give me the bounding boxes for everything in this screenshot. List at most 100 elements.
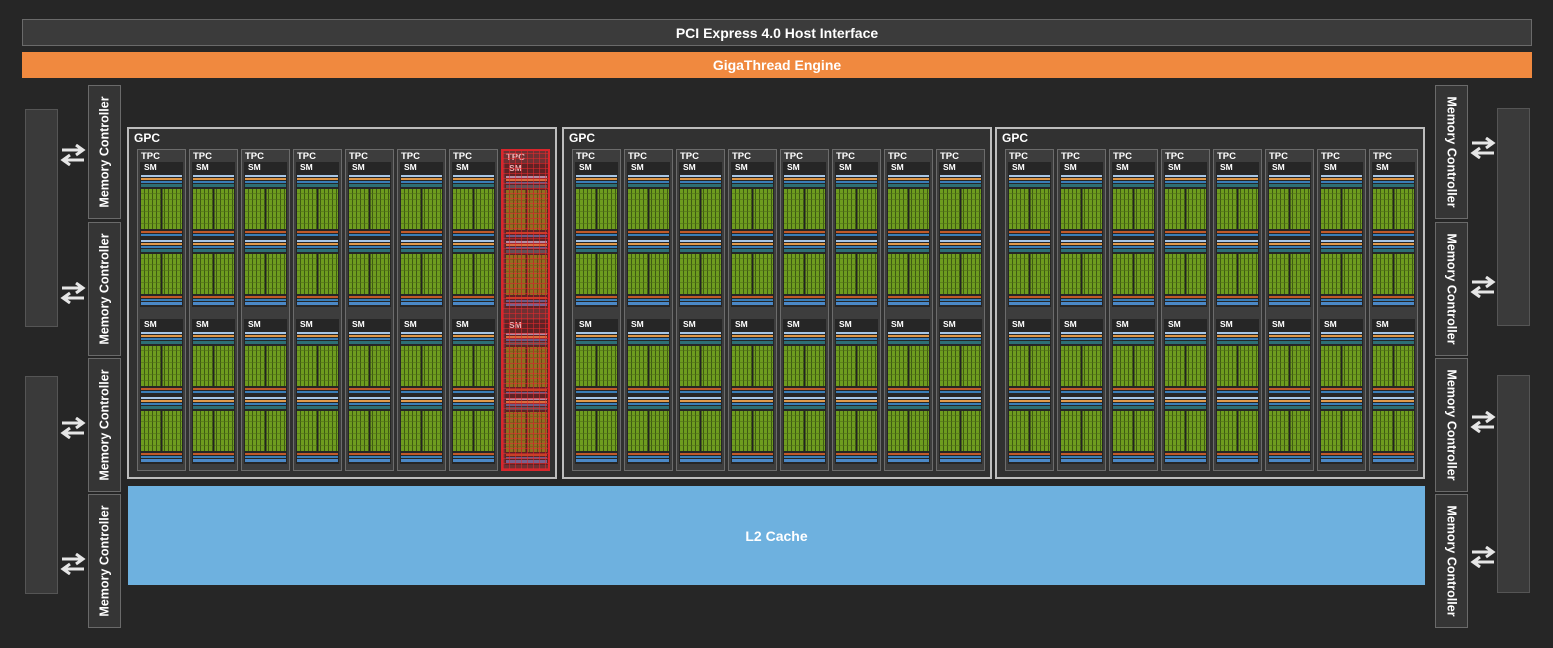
sm-label: SM bbox=[196, 162, 209, 172]
tpc-4: TPC SM SM bbox=[293, 149, 342, 471]
tpc-6: TPC SM SM bbox=[1265, 149, 1314, 471]
tpc-label: TPC bbox=[506, 152, 525, 163]
sm-label: SM bbox=[144, 319, 157, 329]
tpc-label: TPC bbox=[1009, 151, 1028, 162]
sm-2: SM bbox=[400, 319, 443, 464]
gigathread-label: GigaThread Engine bbox=[712, 57, 842, 73]
l2-cache: L2 Cache bbox=[128, 486, 1425, 585]
sm-2: SM bbox=[1164, 319, 1207, 464]
tpc-label: TPC bbox=[1373, 151, 1392, 162]
sm-1: SM bbox=[348, 162, 391, 307]
tpc-1: TPC SM SM bbox=[137, 149, 186, 471]
sm-1: SM bbox=[400, 162, 443, 307]
tpc-label: TPC bbox=[836, 151, 855, 162]
tpc-label: TPC bbox=[628, 151, 647, 162]
tpc-label: TPC bbox=[245, 151, 264, 162]
tpc-8: TPC SM SM bbox=[1369, 149, 1418, 471]
sm-label: SM bbox=[1116, 162, 1129, 172]
sm-1: SM bbox=[575, 162, 618, 307]
sm-1: SM bbox=[1320, 162, 1363, 307]
sm-label: SM bbox=[787, 162, 800, 172]
pcie-label: PCI Express 4.0 Host Interface bbox=[675, 24, 879, 41]
sm-2: SM bbox=[783, 319, 826, 464]
memory-controller-label: Memory Controller bbox=[97, 369, 112, 481]
sm-2: SM bbox=[505, 320, 548, 465]
gigathread-engine: GigaThread Engine bbox=[22, 52, 1532, 78]
sm-label: SM bbox=[943, 319, 956, 329]
sm-label: SM bbox=[1220, 319, 1233, 329]
sm-2: SM bbox=[1060, 319, 1103, 464]
tpc-label: TPC bbox=[732, 151, 751, 162]
sm-label: SM bbox=[248, 162, 261, 172]
gpc-label: GPC bbox=[569, 131, 596, 145]
sm-label: SM bbox=[1012, 162, 1025, 172]
tpc-7: TPC SM SM bbox=[884, 149, 933, 471]
gpc-2: GPC TPC SM SM TPC SM SM TPC SM SM TPC SM SM TPC SM SM T… bbox=[562, 127, 992, 479]
sm-2: SM bbox=[244, 319, 287, 464]
bidirectional-arrow-icon bbox=[1470, 276, 1496, 298]
gpc-3: GPC TPC SM SM TPC SM SM TPC SM SM TPC SM SM TPC SM SM T… bbox=[995, 127, 1425, 479]
sm-label: SM bbox=[1376, 319, 1389, 329]
tpc-2: TPC SM SM bbox=[189, 149, 238, 471]
tpc-7: TPC SM SM bbox=[1317, 149, 1366, 471]
sm-1: SM bbox=[452, 162, 495, 307]
sm-label: SM bbox=[248, 319, 261, 329]
sm-1: SM bbox=[192, 162, 235, 307]
sm-2: SM bbox=[348, 319, 391, 464]
l2-cache-label: L2 Cache bbox=[745, 527, 808, 544]
sm-1: SM bbox=[887, 162, 930, 307]
sm-2: SM bbox=[1320, 319, 1363, 464]
sm-1: SM bbox=[731, 162, 774, 307]
sm-2: SM bbox=[1372, 319, 1415, 464]
sm-label: SM bbox=[683, 319, 696, 329]
sm-2: SM bbox=[452, 319, 495, 464]
sm-1: SM bbox=[939, 162, 982, 307]
sm-label: SM bbox=[352, 162, 365, 172]
sm-1: SM bbox=[505, 163, 548, 308]
tpc-3: TPC SM SM bbox=[1109, 149, 1158, 471]
sm-2: SM bbox=[296, 319, 339, 464]
hbm-stack-left-top bbox=[25, 109, 58, 327]
tpc-label: TPC bbox=[1217, 151, 1236, 162]
tpc-5: TPC SM SM bbox=[345, 149, 394, 471]
bidirectional-arrow-icon bbox=[60, 144, 86, 166]
tpc-label: TPC bbox=[1113, 151, 1132, 162]
tpc-label: TPC bbox=[193, 151, 212, 162]
sm-2: SM bbox=[1008, 319, 1051, 464]
tpc-5: TPC SM SM bbox=[1213, 149, 1262, 471]
sm-label: SM bbox=[1116, 319, 1129, 329]
sm-label: SM bbox=[1064, 319, 1077, 329]
memory-controller-right-3: Memory Controller bbox=[1435, 358, 1468, 492]
tpc-label: TPC bbox=[1165, 151, 1184, 162]
tpc-label: TPC bbox=[1269, 151, 1288, 162]
sm-1: SM bbox=[140, 162, 183, 307]
sm-label: SM bbox=[891, 319, 904, 329]
sm-2: SM bbox=[679, 319, 722, 464]
tpc-2: TPC SM SM bbox=[1057, 149, 1106, 471]
sm-label: SM bbox=[943, 162, 956, 172]
tpc-label: TPC bbox=[680, 151, 699, 162]
bidirectional-arrow-icon bbox=[60, 417, 86, 439]
sm-2: SM bbox=[140, 319, 183, 464]
memory-controller-left-1: Memory Controller bbox=[88, 85, 121, 219]
sm-label: SM bbox=[300, 162, 313, 172]
sm-label: SM bbox=[300, 319, 313, 329]
memory-controller-left-2: Memory Controller bbox=[88, 222, 121, 356]
hbm-stack-right-top bbox=[1497, 108, 1530, 326]
hbm-stack-left-bottom bbox=[25, 376, 58, 594]
sm-1: SM bbox=[1112, 162, 1155, 307]
tpc-label: TPC bbox=[349, 151, 368, 162]
tpc-label: TPC bbox=[576, 151, 595, 162]
sm-label: SM bbox=[891, 162, 904, 172]
sm-1: SM bbox=[1372, 162, 1415, 307]
sm-label: SM bbox=[456, 319, 469, 329]
sm-label: SM bbox=[683, 162, 696, 172]
sm-2: SM bbox=[1216, 319, 1259, 464]
sm-label: SM bbox=[1064, 162, 1077, 172]
sm-1: SM bbox=[627, 162, 670, 307]
sm-label: SM bbox=[839, 162, 852, 172]
tpc-7: TPC SM SM bbox=[449, 149, 498, 471]
memory-controller-label: Memory Controller bbox=[1444, 233, 1459, 345]
sm-label: SM bbox=[1012, 319, 1025, 329]
sm-label: SM bbox=[839, 319, 852, 329]
